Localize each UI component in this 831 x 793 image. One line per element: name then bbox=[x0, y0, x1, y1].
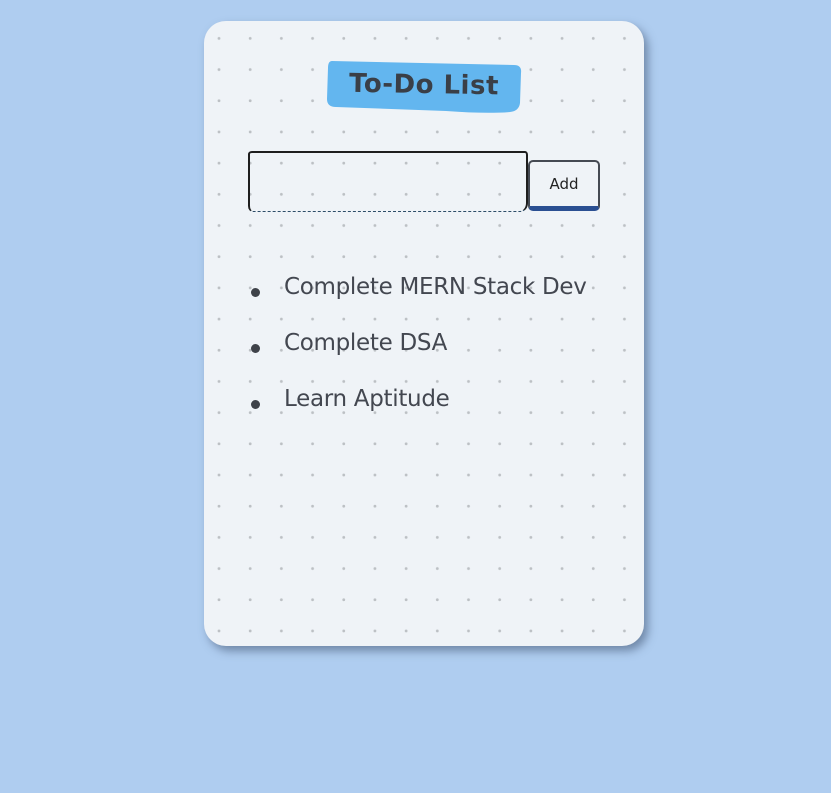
bullet-icon bbox=[251, 344, 260, 353]
list-item: Complete DSA bbox=[242, 322, 642, 378]
todo-card: To-Do List Add Complete MERN Stack Dev C… bbox=[204, 21, 644, 646]
add-button[interactable]: Add bbox=[528, 160, 600, 211]
title-banner: To-Do List bbox=[326, 59, 522, 113]
todo-text: Complete DSA bbox=[284, 330, 448, 356]
todo-text: Complete MERN Stack Dev bbox=[284, 274, 587, 300]
list-item: Learn Aptitude bbox=[242, 378, 642, 434]
list-item: Complete MERN Stack Dev bbox=[242, 266, 642, 322]
todo-list: Complete MERN Stack Dev Complete DSA Lea… bbox=[242, 266, 642, 434]
bullet-icon bbox=[251, 288, 260, 297]
page-title: To-Do List bbox=[348, 68, 500, 102]
task-input[interactable] bbox=[248, 151, 528, 212]
bullet-icon bbox=[251, 400, 260, 409]
todo-text: Learn Aptitude bbox=[284, 386, 450, 412]
